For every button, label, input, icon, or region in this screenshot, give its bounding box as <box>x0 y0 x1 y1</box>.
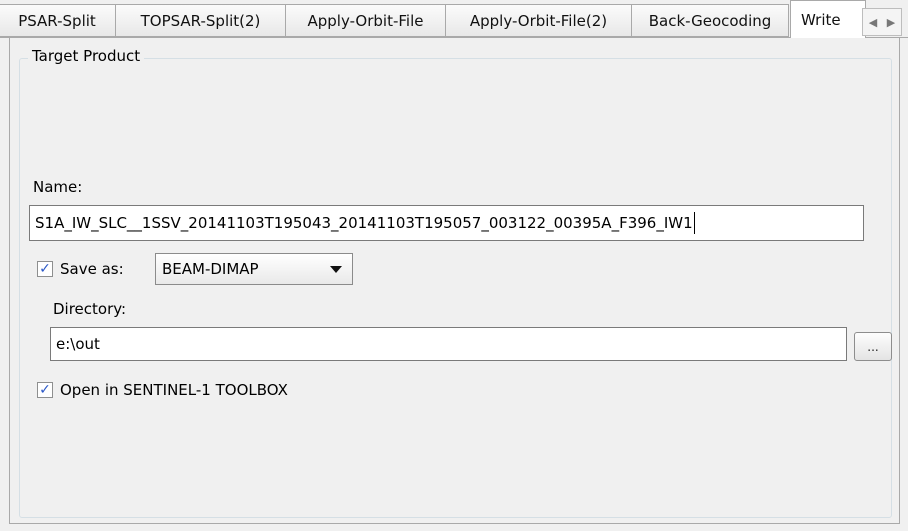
format-value: BEAM-DIMAP <box>162 260 259 278</box>
tab-back-geocoding[interactable]: Back-Geocoding <box>631 4 789 37</box>
name-value: S1A_IW_SLC__1SSV_20141103T195043_2014110… <box>35 214 693 232</box>
tab-strip-divider <box>0 37 908 38</box>
text-caret <box>693 212 695 234</box>
tab-apply-orbit-file[interactable]: Apply-Orbit-File <box>285 4 446 37</box>
tab-label: Apply-Orbit-File(2) <box>469 11 608 30</box>
name-label: Name: <box>33 178 83 196</box>
browse-button[interactable]: ... <box>854 332 892 361</box>
save-as-checkbox[interactable]: ✓ <box>37 261 53 277</box>
open-in-checkbox[interactable]: ✓ <box>37 382 53 398</box>
tab-topsar-split-2[interactable]: TOPSAR-Split(2) <box>115 4 286 37</box>
group-title: Target Product <box>28 47 145 65</box>
chevron-down-icon <box>330 266 342 273</box>
tab-write[interactable]: Write <box>790 0 866 38</box>
checkmark-icon: ✓ <box>39 261 51 277</box>
directory-value: e:\out <box>56 335 100 353</box>
tab-strip: PSAR-Split TOPSAR-Split(2) Apply-Orbit-F… <box>0 0 908 38</box>
tab-scroll-buttons: ◀ ▶ <box>862 8 902 36</box>
name-field[interactable]: S1A_IW_SLC__1SSV_20141103T195043_2014110… <box>29 205 864 241</box>
save-as-label: Save as: <box>60 260 124 278</box>
tab-psar-split[interactable]: PSAR-Split <box>0 4 116 37</box>
tab-label: Apply-Orbit-File <box>307 11 424 30</box>
tab-label: PSAR-Split <box>18 11 96 30</box>
chevron-left-icon[interactable]: ◀ <box>866 16 880 29</box>
target-product-group <box>19 58 892 518</box>
tab-label: Write <box>801 10 841 29</box>
browse-label: ... <box>867 340 879 354</box>
tab-apply-orbit-file-2[interactable]: Apply-Orbit-File(2) <box>445 4 632 37</box>
directory-label: Directory: <box>53 300 127 318</box>
tab-label: Back-Geocoding <box>648 11 772 30</box>
open-in-label: Open in SENTINEL-1 TOOLBOX <box>60 381 288 399</box>
chevron-right-icon[interactable]: ▶ <box>884 16 898 29</box>
directory-field[interactable]: e:\out <box>50 327 847 361</box>
tab-label: TOPSAR-Split(2) <box>140 11 261 30</box>
format-select[interactable]: BEAM-DIMAP <box>155 253 353 285</box>
checkmark-icon: ✓ <box>39 382 51 398</box>
